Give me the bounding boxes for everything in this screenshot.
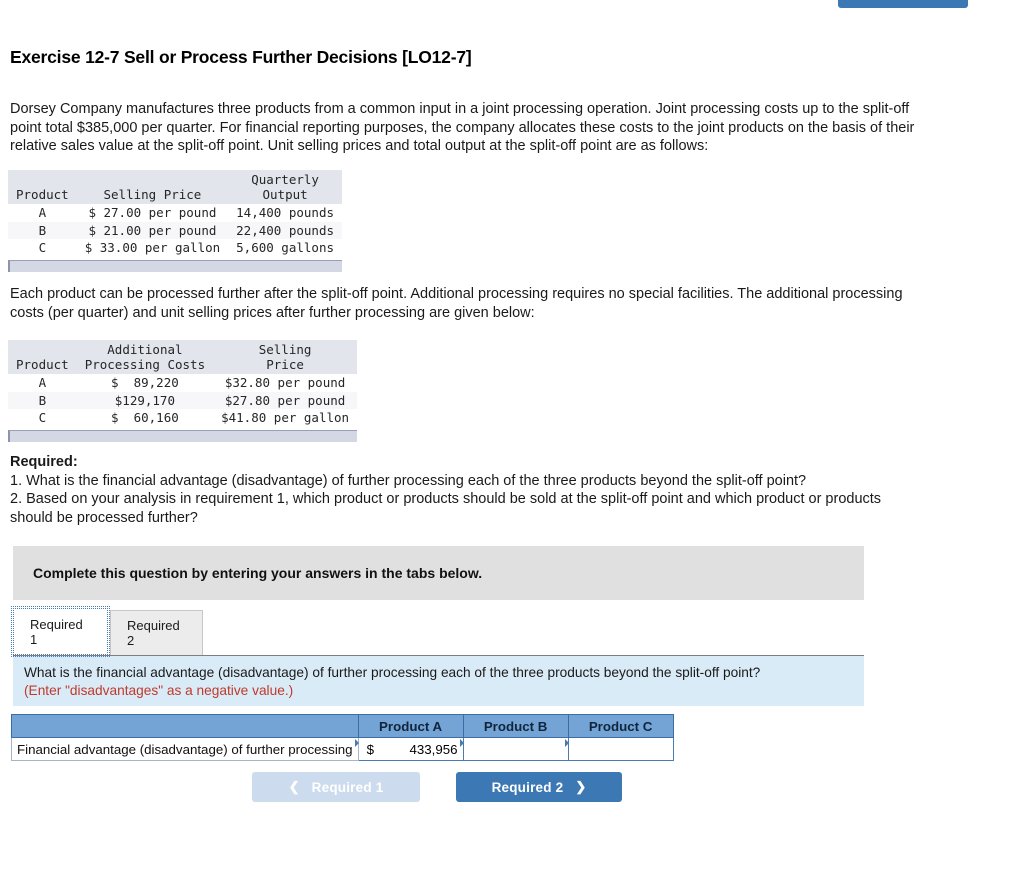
tab-required-1-label: Required 1 (30, 616, 83, 647)
required-section: Required: 1. What is the financial advan… (10, 453, 920, 527)
table-row: C $ 33.00 per gallon 5,600 gallons (8, 239, 342, 257)
col-additional-processing-costs: Additional Processing Costs (76, 340, 214, 374)
currency-symbol-a: $ (366, 741, 374, 757)
further-table-container: XProduct AdditionalProcessing Costs Sell… (8, 340, 358, 442)
cell-output: 14,400 pounds (236, 205, 334, 220)
answer-input-product-c[interactable] (565, 737, 674, 761)
answer-col-label (11, 714, 359, 738)
answer-col-product-b: Product B (462, 714, 569, 738)
next-button-label: Required 2 (491, 779, 564, 795)
cell-selling-price: $ 21.00 per pound (88, 222, 217, 238)
splitoff-table-head: XProduct XSelling Price QuarterlyOutput (8, 170, 342, 204)
tab-required-1[interactable]: Required 1 (11, 606, 110, 657)
instruction-bar: Complete this question by entering your … (13, 546, 864, 600)
col-quarterly-output: Quarterly Output (228, 170, 342, 204)
further-table-body: A $ 89,220 $32.80 per pound B $129,170 $… (8, 374, 358, 427)
next-required-2-button[interactable]: Required 2 ❯ (456, 772, 622, 802)
previous-button-label: Required 1 (311, 779, 384, 795)
required-item-2: 2. Based on your analysis in requirement… (10, 491, 882, 526)
cell-product: A (38, 375, 47, 390)
answer-tabs: Required 1 Required 2 (11, 606, 203, 657)
table-row: Financial advantage (disadvantage) of fu… (11, 737, 674, 761)
col-selling-price: XSelling Price (76, 170, 229, 204)
question-panel: What is the financial advantage (disadva… (13, 655, 864, 706)
table-header-row: Product A Product B Product C (11, 714, 674, 738)
chevron-right-icon: ❯ (575, 779, 587, 794)
answer-input-product-b[interactable] (460, 737, 569, 761)
splitoff-table-body: A $ 27.00 per pound 14,400 pounds B $ 21… (8, 204, 342, 257)
cell-product: C (38, 410, 47, 425)
splitoff-table-container: XProduct XSelling Price QuarterlyOutput … (8, 170, 342, 272)
further-processing-paragraph: Each product can be processed further af… (10, 286, 903, 321)
cell-processing-cost: $ 89,220 (111, 375, 179, 390)
answer-table-body: Financial advantage (disadvantage) of fu… (11, 737, 674, 761)
cell-selling-price: $ 33.00 per gallon (84, 240, 221, 255)
tab-required-2[interactable]: Required 2 (110, 610, 203, 655)
cell-output: 22,400 pounds (236, 222, 334, 238)
cell-processing-cost: $129,170 (114, 392, 175, 408)
cell-product: C (38, 240, 47, 255)
top-action-button[interactable] (838, 0, 968, 8)
answer-table-head: Product A Product B Product C (11, 714, 674, 738)
cell-output: 5,600 gallons (236, 240, 334, 255)
table-header-row: XProduct XSelling Price QuarterlyOutput (8, 170, 342, 204)
table-row: B $129,170 $27.80 per pound (8, 391, 358, 409)
table-header-row: XProduct AdditionalProcessing Costs Sell… (8, 340, 358, 374)
cell-processing-cost: $ 60,160 (111, 410, 179, 425)
table-row: C $ 60,160 $41.80 per gallon (8, 409, 358, 427)
required-heading: Required: (10, 454, 78, 470)
answer-row-label: Financial advantage (disadvantage) of fu… (11, 737, 359, 761)
table-row: A $ 89,220 $32.80 per pound (8, 374, 358, 392)
answer-input-product-a[interactable]: $433,956 (355, 737, 464, 761)
col-selling-price: Selling Price (213, 340, 358, 374)
further-processing-table: XProduct AdditionalProcessing Costs Sell… (8, 340, 358, 427)
table-row: A $ 27.00 per pound 14,400 pounds (8, 204, 342, 222)
splitoff-table-scrollbar[interactable] (8, 259, 342, 272)
intro-paragraph: Dorsey Company manufactures three produc… (10, 101, 915, 155)
instruction-text: Complete this question by entering your … (33, 565, 483, 581)
question-hint: (Enter "disadvantages" as a negative val… (24, 683, 294, 698)
splitoff-table: XProduct XSelling Price QuarterlyOutput … (8, 170, 342, 257)
cell-selling-price: $32.80 per pound (224, 375, 346, 390)
answer-table: Product A Product B Product C Financial … (11, 714, 674, 761)
chevron-left-icon: ❮ (288, 779, 300, 794)
top-bar (0, 0, 1028, 10)
col-product: XProduct (8, 340, 77, 374)
cell-product: A (38, 205, 47, 220)
answer-col-product-c: Product C (567, 714, 674, 738)
answer-value-a: 433,956 (409, 741, 458, 757)
question-text: What is the financial advantage (disadva… (24, 665, 761, 680)
cell-product: B (38, 222, 47, 238)
cell-selling-price: $41.80 per gallon (221, 410, 350, 425)
answer-col-product-a: Product A (357, 714, 464, 738)
cell-selling-price: $27.80 per pound (224, 392, 346, 408)
previous-required-1-button[interactable]: ❮ Required 1 (252, 772, 420, 802)
col-product: XProduct (8, 170, 77, 204)
cell-selling-price: $ 27.00 per pound (88, 205, 217, 220)
cell-product: B (38, 392, 47, 408)
table-row: B $ 21.00 per pound 22,400 pounds (8, 221, 342, 239)
page-title: Exercise 12-7 Sell or Process Further De… (10, 47, 472, 67)
required-item-1: 1. What is the financial advantage (disa… (10, 472, 807, 489)
tab-navigation: ❮ Required 1 Required 2 ❯ (252, 772, 622, 802)
further-table-head: XProduct AdditionalProcessing Costs Sell… (8, 340, 358, 374)
tab-required-2-label: Required 2 (127, 618, 180, 648)
further-table-scrollbar[interactable] (8, 429, 358, 442)
